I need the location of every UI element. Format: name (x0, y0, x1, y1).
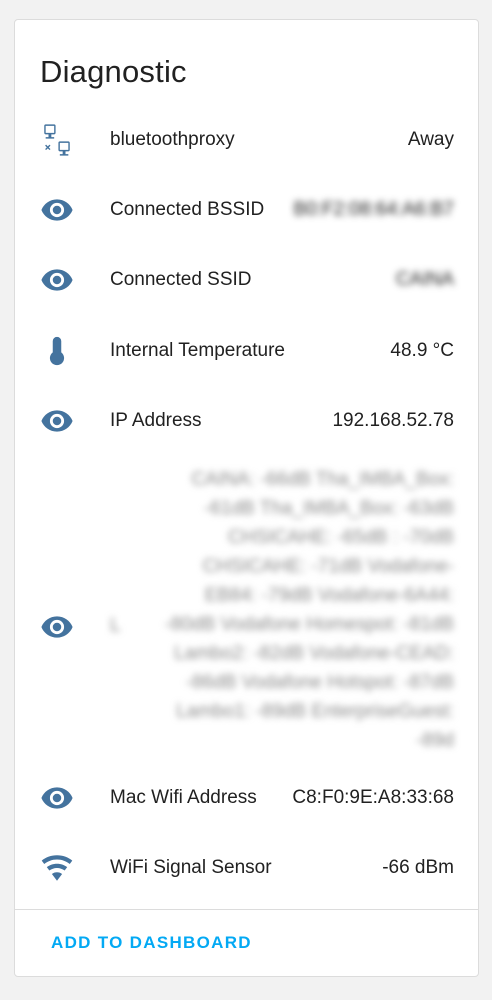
entity-label: WiFi Signal Sensor (110, 857, 272, 878)
entity-label: L (110, 615, 121, 636)
entity-row-wifi-scan[interactable]: L CAINA: -66dB Tha_IMBA_Box: -61dB Tha_I… (15, 465, 478, 755)
entity-label: IP Address (110, 410, 202, 431)
entity-state: CAINA (395, 269, 454, 290)
card-title: Diagnostic (40, 54, 187, 89)
entity-state: B0:F2:08:64:A6:B7 (293, 199, 454, 220)
entity-row-bluetoothproxy[interactable]: bluetoothproxy Away (15, 120, 478, 160)
entity-state: 48.9 °C (390, 340, 454, 361)
entity-state: Away (407, 129, 454, 150)
entity-label: bluetoothproxy (110, 129, 235, 150)
wifi-icon (39, 850, 75, 886)
entity-row-connected-ssid[interactable]: Connected SSID CAINA (15, 260, 478, 300)
diagnostic-card: Diagnostic bluetoothproxy Away Connected… (14, 19, 479, 977)
eye-icon (39, 262, 75, 298)
lan-disconnect-icon (39, 122, 75, 158)
entity-label: Connected BSSID (110, 199, 265, 220)
entity-row-wifi-signal-sensor[interactable]: WiFi Signal Sensor -66 dBm (15, 848, 478, 888)
eye-icon (39, 780, 75, 816)
add-to-dashboard-button[interactable]: ADD TO DASHBOARD (51, 933, 252, 953)
entity-label: Connected SSID (110, 269, 252, 290)
entity-state: C8:F0:9E:A8:33:68 (292, 787, 454, 808)
entity-row-ip-address[interactable]: IP Address 192.168.52.78 (15, 401, 478, 441)
card-actions-divider (15, 909, 478, 910)
entity-state: 192.168.52.78 (332, 410, 454, 431)
entity-label: Internal Temperature (110, 340, 285, 361)
entity-row-connected-bssid[interactable]: Connected BSSID B0:F2:08:64:A6:B7 (15, 190, 478, 230)
entity-row-internal-temperature[interactable]: Internal Temperature 48.9 °C (15, 331, 478, 371)
entity-label: Mac Wifi Address (110, 787, 257, 808)
entity-state: -66 dBm (382, 857, 454, 878)
entity-state: CAINA: -66dB Tha_IMBA_Box: -61dB Tha_IMB… (164, 469, 454, 751)
entity-row-mac-wifi-address[interactable]: Mac Wifi Address C8:F0:9E:A8:33:68 (15, 778, 478, 818)
eye-icon (39, 403, 75, 439)
eye-icon (39, 609, 75, 645)
thermometer-icon (39, 333, 75, 369)
eye-icon (39, 192, 75, 228)
